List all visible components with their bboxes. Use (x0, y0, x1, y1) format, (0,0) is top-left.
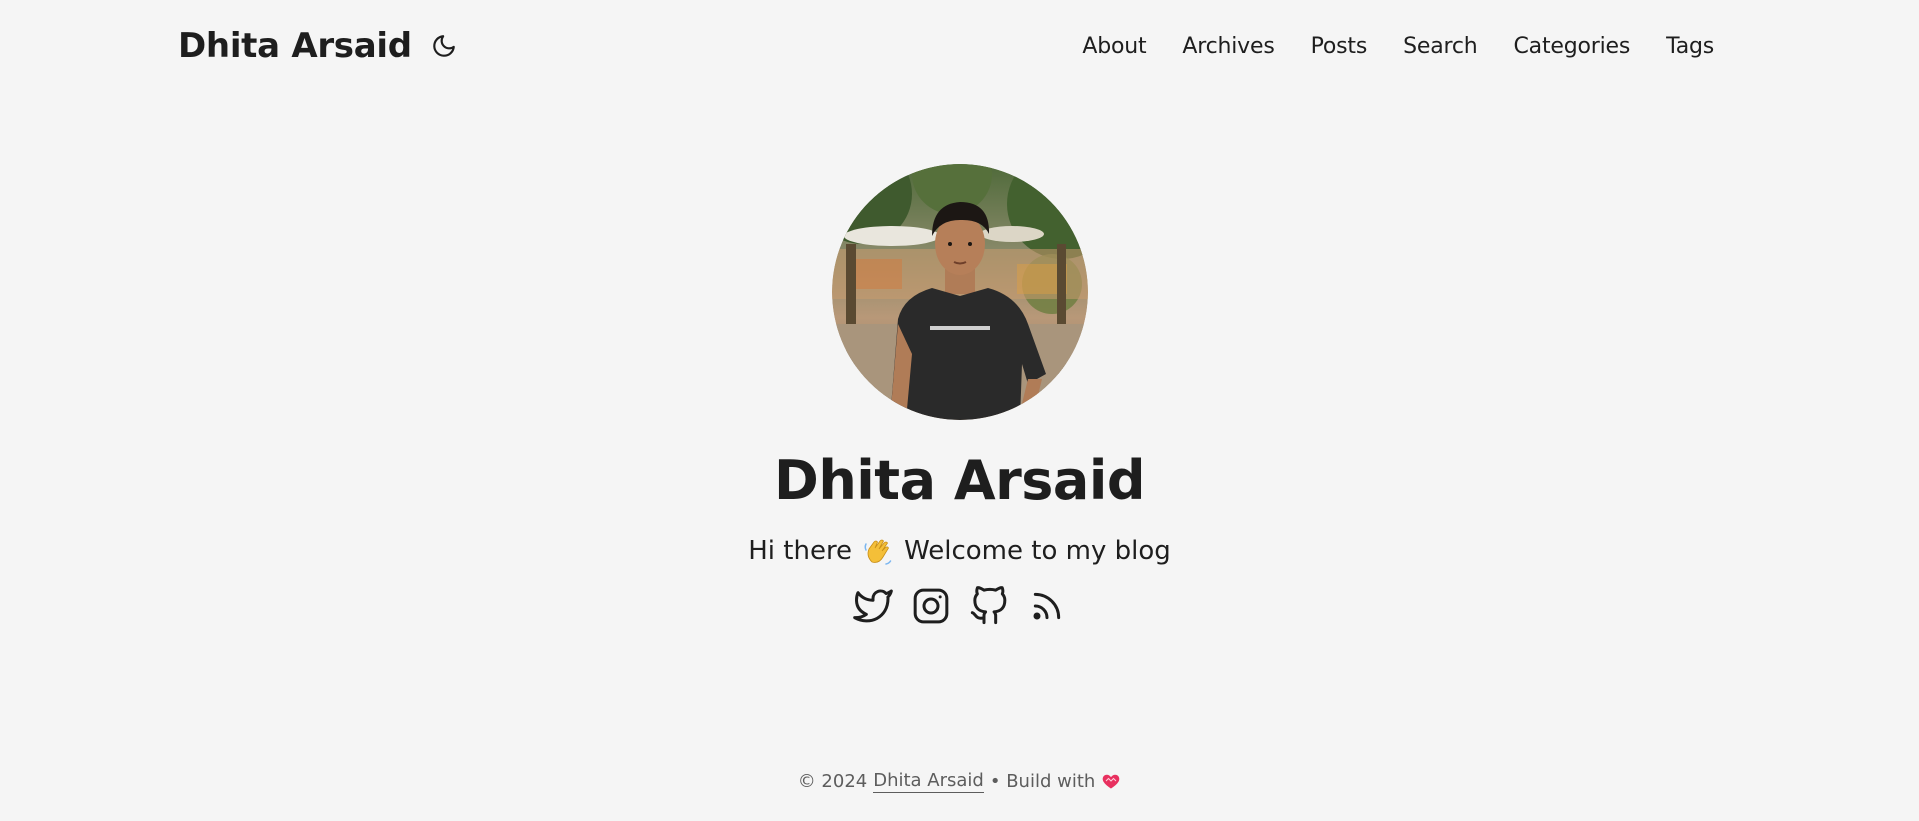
twitter-link[interactable] (852, 586, 893, 626)
profile-section: Dhita Arsaid Hi there Welcome to my blog (0, 164, 1919, 626)
page: Dhita Arsaid About Archives Posts Search… (0, 0, 1919, 821)
brand: Dhita Arsaid (178, 26, 460, 66)
footer-author-link[interactable]: Dhita Arsaid (873, 770, 984, 793)
subtitle-welcome: Welcome to my blog (904, 536, 1171, 567)
nav-about[interactable]: About (1082, 34, 1146, 59)
instagram-link[interactable] (911, 586, 951, 626)
nav-posts[interactable]: Posts (1311, 34, 1368, 59)
subtitle-greeting: Hi there (748, 536, 853, 567)
instagram-icon (913, 588, 948, 624)
nav-search[interactable]: Search (1403, 34, 1478, 59)
profile-subtitle: Hi there Welcome to my blog (748, 536, 1171, 568)
site-footer: © 2024 Dhita Arsaid • Build with (0, 770, 1919, 793)
nav-categories[interactable]: Categories (1514, 34, 1631, 59)
social-links (852, 586, 1067, 626)
wave-emoji-icon (862, 536, 894, 568)
rss-link[interactable] (1027, 586, 1067, 626)
moon-icon (433, 35, 455, 57)
github-icon (970, 586, 1006, 625)
twitter-icon (852, 589, 893, 623)
copyright-text: © 2024 (797, 770, 868, 792)
theme-toggle-button[interactable] (428, 30, 460, 62)
site-logo-link[interactable]: Dhita Arsaid (178, 26, 412, 66)
avatar (831, 164, 1088, 420)
build-with-text: • Build with (989, 770, 1096, 792)
profile-name: Dhita Arsaid (774, 449, 1146, 512)
rss-icon (1033, 592, 1060, 620)
nav-archives[interactable]: Archives (1182, 34, 1274, 59)
main-nav: About Archives Posts Search Categories T… (1082, 34, 1714, 59)
site-header: Dhita Arsaid About Archives Posts Search… (178, 0, 1714, 92)
github-link[interactable] (969, 586, 1009, 626)
nav-tags[interactable]: Tags (1666, 34, 1714, 59)
heart-icon (1101, 771, 1121, 791)
